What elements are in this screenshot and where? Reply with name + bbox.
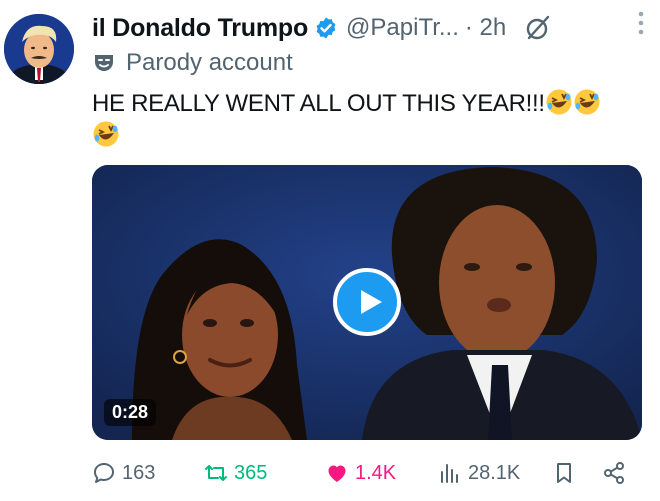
views-button[interactable]: 28.1K xyxy=(438,458,520,488)
tweet-actions: 163 365 1.4K 28.1K xyxy=(92,458,652,488)
views-icon xyxy=(441,464,458,483)
rolling-on-floor-laughing-emoji-icon xyxy=(93,121,119,147)
bookmark-button[interactable] xyxy=(552,458,582,488)
verified-badge-icon[interactable] xyxy=(314,16,338,40)
reply-count: 163 xyxy=(122,461,156,484)
author-name[interactable]: il Donaldo Trumpo xyxy=(92,14,308,43)
like-button[interactable]: 1.4K xyxy=(325,458,396,488)
retweet-icon xyxy=(205,465,227,481)
share-icon xyxy=(604,462,624,484)
tweet-text-line: HE REALLY WENT ALL OUT THIS YEAR!!! xyxy=(92,90,545,117)
avatar-image xyxy=(4,14,74,84)
reply-button[interactable]: 163 xyxy=(92,458,155,488)
retweet-count: 365 xyxy=(234,461,268,484)
avatar[interactable] xyxy=(4,14,74,84)
play-button[interactable] xyxy=(333,268,401,336)
bookmark-icon xyxy=(557,463,571,483)
views-count: 28.1K xyxy=(468,461,521,484)
author-handle[interactable]: @PapiTr... xyxy=(346,14,459,42)
video-duration: 0:28 xyxy=(104,399,157,426)
video-player[interactable]: 0:28 xyxy=(92,165,642,440)
tweet-timestamp[interactable]: · 2h xyxy=(465,14,506,42)
share-button[interactable] xyxy=(602,458,632,488)
parody-label: Parody account xyxy=(92,48,293,78)
play-icon xyxy=(360,290,382,314)
rolling-on-floor-laughing-emoji-icon xyxy=(574,89,600,115)
heart-icon xyxy=(328,465,346,482)
like-count: 1.4K xyxy=(355,461,397,484)
parody-mask-icon xyxy=(95,55,113,71)
rolling-on-floor-laughing-emoji-icon xyxy=(546,89,572,115)
retweet-button[interactable]: 365 xyxy=(204,458,267,488)
grok-icon[interactable] xyxy=(524,14,552,42)
tweet-text: HE REALLY WENT ALL OUT THIS YEAR!!! xyxy=(92,88,652,152)
more-icon[interactable] xyxy=(636,8,646,38)
tweet-header: il Donaldo Trumpo @PapiTr... · 2h xyxy=(92,10,652,46)
reply-icon xyxy=(94,463,114,483)
parody-label-text: Parody account xyxy=(126,49,293,76)
